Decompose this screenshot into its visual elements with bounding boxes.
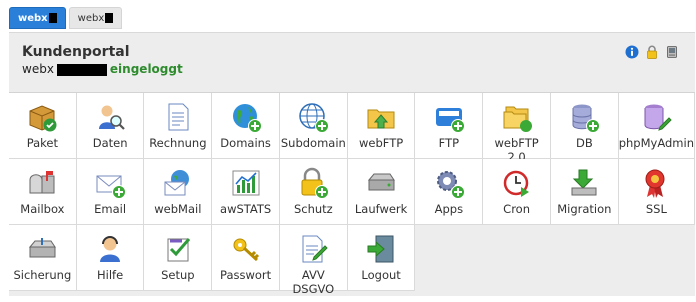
mailbox-icon [26,167,58,199]
tile-label: Mailbox [20,202,65,216]
folder-upload-icon [365,101,397,133]
tile-cron[interactable]: Cron [483,159,551,225]
download-migration-icon [568,167,600,199]
tile-mailbox[interactable]: Mailbox [9,159,77,225]
tile-passwort[interactable]: Passwort [212,225,280,291]
tile-label: webMail [154,202,202,216]
tile-label: Rechnung [149,136,207,150]
ribbon-badge-icon [640,167,672,199]
tile-sicherung[interactable]: Sicherung [9,225,77,291]
username-prefix: webx [22,62,54,76]
tab-bar: webx webx [9,7,123,29]
tile-schutz[interactable]: Schutz [279,159,348,225]
tile-label: AVV DSGVO [292,268,335,296]
login-status-text: eingeloggt [109,62,183,76]
tile-label: awSTATS [220,202,272,216]
tile-label: phpMyAdmin [618,136,694,150]
tile-label: Subdomain [280,136,346,150]
tile-hilfe[interactable]: Hilfe [76,225,145,291]
database-edit-icon [640,101,673,133]
tile-migration[interactable]: Migration [550,159,619,225]
tab-account-2[interactable]: webx [68,7,123,29]
package-icon [26,101,58,133]
stats-chart-icon [230,167,262,199]
tile-logout[interactable]: Logout [347,225,416,291]
tile-label: Hilfe [97,268,124,282]
page-title: Kundenportal [22,44,130,60]
tile-label: Email [94,202,127,216]
tile-label: Domains [220,136,271,150]
user-search-icon [94,101,126,133]
tile-laufwerk[interactable]: Laufwerk [347,159,416,225]
document-edit-icon [297,233,329,265]
database-icon[interactable] [665,44,679,58]
tile-setup[interactable]: Setup [144,225,213,291]
tile-webftp-2-0[interactable]: webFTP 2.0 [483,93,551,164]
tile-paket[interactable]: Paket [9,93,77,159]
tile-webftp[interactable]: webFTP [347,93,416,159]
tile-label: DB [575,136,593,150]
tile-label: Logout [361,268,401,282]
tab-account-1[interactable]: webx [9,7,66,29]
tile-label: Sicherung [13,268,72,282]
tile-rechnung[interactable]: Rechnung [144,93,213,159]
lock-icon[interactable] [645,44,659,59]
info-icon[interactable] [625,44,639,59]
globe-add-icon [230,101,262,133]
support-headset-icon [94,233,126,265]
tile-label: Paket [26,136,59,150]
folder-stack-icon [501,101,533,133]
tile-awstats[interactable]: awSTATS [212,159,280,225]
tile-phpmyadmin[interactable]: phpMyAdmin [618,93,695,159]
tile-webmail[interactable]: webMail [144,159,213,225]
tile-domains[interactable]: Domains [212,93,280,159]
clock-play-icon [501,167,533,199]
tile-label: Migration [557,202,612,216]
service-tile-grid: Paket Daten Rechnung Domains Subdomain webFTP… [9,92,695,298]
tile-label: FTP [438,136,460,150]
tile-label: Schutz [293,202,333,216]
tile-label: Passwort [220,268,272,282]
tile-label: Apps [434,202,464,216]
invoice-icon [162,101,194,133]
lock-add-icon [297,167,330,199]
tile-label: SSL [645,202,667,216]
tile-ftp[interactable]: FTP [415,93,484,159]
tab-label: webx [18,12,48,24]
tile-subdomain[interactable]: Subdomain [279,93,348,159]
tile-label: Setup [161,268,195,282]
tile-db[interactable]: DB [550,93,619,159]
subdomain-globe-icon [297,101,330,133]
tile-label: Cron [503,202,531,216]
login-status: webx eingeloggt [22,62,183,76]
tile-avv-dsgvo[interactable]: AVV DSGVO [279,225,348,296]
tab-label: webx [77,12,105,24]
gear-add-icon [433,167,465,199]
ftp-icon [433,101,465,133]
tile-daten[interactable]: Daten [76,93,145,159]
key-icon [230,233,262,265]
setup-check-icon [162,233,194,265]
database-add-icon [568,101,601,133]
customer-portal-panel: Kundenportal webx eingeloggt Paket Daten Re… [9,32,695,296]
tile-label: Laufwerk [354,202,408,216]
webmail-icon [162,167,194,199]
tile-label: Daten [92,136,128,150]
tile-ssl[interactable]: SSL [618,159,695,225]
redaction-block [105,13,114,23]
tile-apps[interactable]: Apps [415,159,484,225]
tile-label: webFTP [359,136,404,150]
header-icons [625,44,679,59]
backup-drive-icon [26,233,58,265]
redaction-block [56,63,107,76]
drive-icon [365,167,397,199]
redaction-block [48,13,57,23]
logout-door-icon [365,233,397,265]
tile-email[interactable]: Email [76,159,145,225]
email-add-icon [94,167,127,199]
